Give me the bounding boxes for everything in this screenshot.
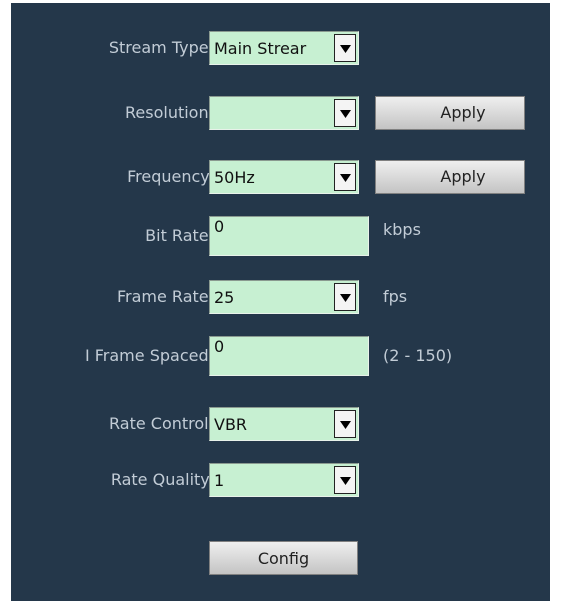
frequency-apply-button[interactable]: Apply (375, 160, 525, 194)
stream-type-value: Main Strear (214, 39, 307, 58)
stream-type-dropdown-button[interactable] (334, 34, 356, 62)
rate-quality-select[interactable]: 1 (209, 463, 359, 497)
rate-quality-label: Rate Quality: (110, 470, 214, 489)
i-frame-spaced-value: 0 (214, 337, 225, 356)
i-frame-spaced-input[interactable]: 0 (209, 336, 369, 376)
stream-type-row: Stream Type: Main Strear (11, 31, 550, 65)
triangle-down-icon (340, 110, 351, 118)
rate-control-select[interactable]: VBR (209, 407, 359, 441)
frame-rate-row: Frame Rate: 25 fps (11, 280, 550, 314)
frame-rate-select[interactable]: 25 (209, 280, 359, 314)
frame-rate-value: 25 (214, 288, 235, 307)
frequency-select[interactable]: 50Hz (209, 160, 359, 194)
bit-rate-row: Bit Rate: 0 kbps (11, 216, 550, 256)
triangle-down-icon (340, 294, 351, 302)
rate-control-dropdown-button[interactable] (334, 410, 356, 438)
stream-type-label: Stream Type: (108, 38, 214, 57)
i-frame-spaced-row: I Frame Spaced: 0 (2 - 150) (11, 336, 550, 376)
i-frame-spaced-label: I Frame Spaced: (84, 346, 214, 365)
bit-rate-label: Bit Rate: (145, 226, 214, 245)
stream-type-select[interactable]: Main Strear (209, 31, 359, 65)
resolution-apply-button[interactable]: Apply (375, 96, 525, 130)
frequency-dropdown-button[interactable] (334, 163, 356, 191)
resolution-row: Resolution: Apply (11, 96, 550, 130)
i-frame-spaced-range: (2 - 150) (383, 346, 453, 365)
rate-control-value: VBR (214, 415, 248, 434)
frequency-row: Frequency: 50Hz Apply (11, 160, 550, 194)
frequency-label: Frequency: (127, 167, 214, 186)
triangle-down-icon (340, 421, 351, 429)
config-button[interactable]: Config (209, 541, 358, 575)
frame-rate-dropdown-button[interactable] (334, 283, 356, 311)
rate-control-label: Rate Control: (109, 414, 214, 433)
bit-rate-unit: kbps (383, 220, 421, 239)
triangle-down-icon (340, 174, 351, 182)
bit-rate-input[interactable]: 0 (209, 216, 369, 256)
stream-settings-panel: Stream Type: Main Strear Resolution: App… (11, 3, 550, 601)
rate-quality-dropdown-button[interactable] (334, 466, 356, 494)
triangle-down-icon (340, 45, 351, 53)
rate-quality-row: Rate Quality: 1 (11, 463, 550, 497)
resolution-dropdown-button[interactable] (334, 99, 356, 127)
rate-control-row: Rate Control: VBR (11, 407, 550, 441)
frame-rate-label: Frame Rate: (116, 287, 214, 306)
rate-quality-value: 1 (214, 471, 225, 490)
frame-rate-unit: fps (383, 287, 408, 306)
resolution-select[interactable] (209, 96, 359, 130)
resolution-label: Resolution: (125, 103, 214, 122)
bit-rate-value: 0 (214, 217, 225, 236)
triangle-down-icon (340, 477, 351, 485)
frequency-value: 50Hz (214, 168, 255, 187)
